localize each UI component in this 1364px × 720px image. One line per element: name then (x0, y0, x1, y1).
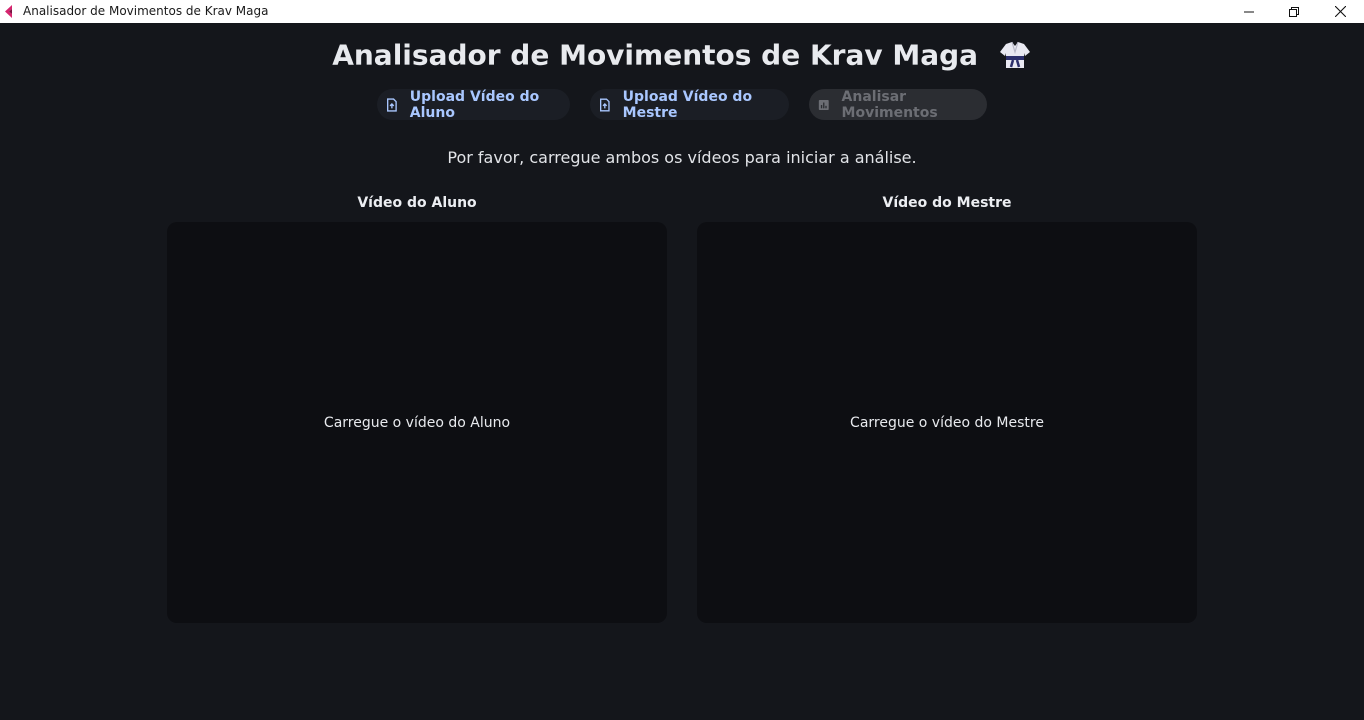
krav-maga-app-icon (5, 5, 12, 18)
upload-mestre-video-button[interactable]: Upload Vídeo do Mestre (590, 88, 789, 121)
page-title: Analisador de Movimentos de Krav Maga (0, 37, 1364, 72)
close-button[interactable] (1317, 0, 1363, 23)
mestre-video-placeholder: Carregue o vídeo do Mestre (850, 414, 1044, 431)
mestre-video-panel: Carregue o vídeo do Mestre (697, 222, 1197, 623)
aluno-video-panel: Carregue o vídeo do Aluno (167, 222, 667, 623)
analisar-movimentos-label: Analisar Movimentos (841, 88, 938, 121)
aluno-video-title: Vídeo do Aluno (357, 195, 477, 211)
aluno-video-placeholder: Carregue o vídeo do Aluno (323, 414, 511, 431)
close-icon (1334, 6, 1346, 17)
minimize-icon (1244, 11, 1254, 12)
upload-mestre-video-label: Upload Vídeo do Mestre (622, 88, 753, 121)
file-upload-icon (599, 98, 610, 111)
martial-arts-uniform-icon (999, 41, 1030, 68)
restore-button[interactable] (1271, 0, 1317, 23)
restore-icon (1289, 6, 1299, 17)
page-title-text: Analisador de Movimentos de Krav Maga (332, 38, 979, 72)
mestre-video-title: Vídeo do Mestre (882, 195, 1012, 211)
minimize-button[interactable] (1226, 0, 1272, 23)
upload-aluno-video-button[interactable]: Upload Vídeo do Aluno (377, 88, 570, 121)
analisar-movimentos-button[interactable]: Analisar Movimentos (809, 88, 987, 121)
file-upload-icon (387, 97, 397, 112)
upload-aluno-video-label: Upload Vídeo do Aluno (409, 88, 540, 121)
bar-chart-icon (818, 99, 829, 110)
window-titlebar: Analisador de Movimentos de Krav Maga (0, 0, 1364, 23)
status-message: Por favor, carregue ambos os vídeos para… (447, 148, 917, 167)
window-title: Analisador de Movimentos de Krav Maga (23, 4, 269, 18)
